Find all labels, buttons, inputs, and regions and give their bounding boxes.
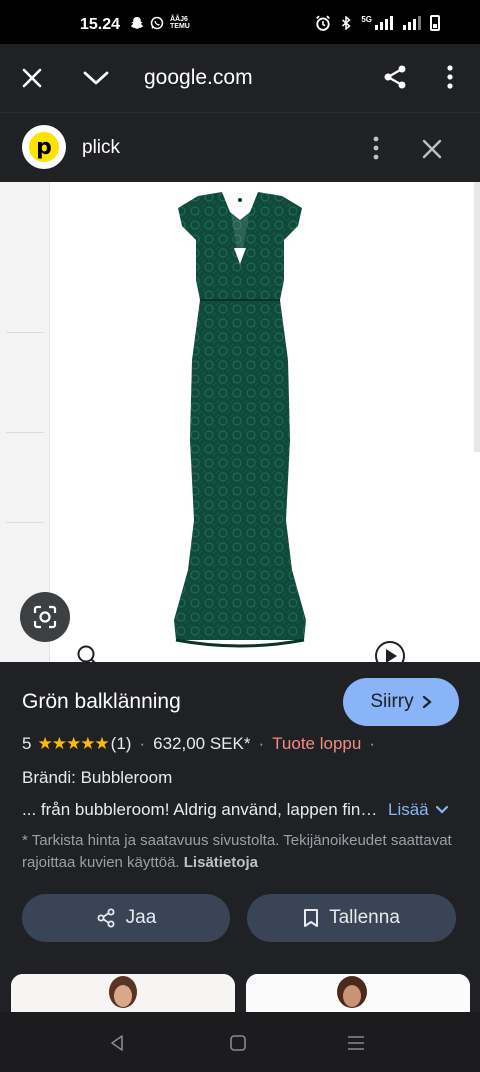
search-icon[interactable] (76, 644, 98, 662)
rating-value: 5 (22, 734, 32, 753)
green-dress-image (174, 192, 306, 648)
back-icon[interactable] (108, 1034, 126, 1052)
lens-search-button[interactable] (20, 592, 70, 642)
more-vert-icon[interactable] (440, 64, 460, 90)
url-text[interactable]: google.com (144, 66, 253, 90)
source-logo[interactable]: p (22, 125, 66, 169)
star-rating-icon: ★★★★★ (37, 734, 109, 754)
more-label: Lisää (388, 800, 429, 819)
share-icon (97, 908, 115, 928)
alarm-icon (316, 15, 331, 31)
status-notification-icons: ÅÅJ6 TEMU (130, 16, 190, 30)
sheet-more-icon[interactable] (372, 135, 380, 161)
system-navigation-bar (0, 1012, 480, 1072)
separator-dot: · (369, 734, 375, 753)
more-link[interactable]: Lisää (388, 800, 449, 820)
goto-site-button[interactable]: Siirry (343, 678, 459, 726)
status-bar: 15.24 ÅÅJ6 TEMU 5G (0, 0, 480, 44)
product-info-panel: Grön balklänning Siirry 5 ★★★★★ (1) · 63… (0, 662, 480, 1012)
share-button[interactable]: Jaa (22, 894, 230, 942)
status-system-icons: 5G (315, 15, 440, 31)
description-text: ... från bubbleroom! Aldrig använd, lapp… (22, 800, 380, 819)
signal-icon (375, 16, 393, 30)
save-button[interactable]: Tallenna (247, 894, 456, 942)
lens-icon (33, 605, 57, 629)
home-icon[interactable] (229, 1034, 247, 1052)
goto-button-label: Siirry (370, 691, 414, 712)
rating-price-row: 5 ★★★★★ (1) · 632,00 SEK* · Tuote loppu … (22, 734, 383, 754)
status-time: 15.24 (80, 16, 121, 33)
whatsapp-icon (150, 16, 164, 30)
separator-dot: · (258, 734, 265, 753)
save-label: Tallenna (329, 907, 400, 928)
snapchat-icon (130, 17, 144, 29)
battery-icon (430, 15, 440, 31)
learn-more-link[interactable]: Lisätietoja (184, 854, 258, 871)
brand-text: Brändi: Bubbleroom (22, 768, 173, 787)
chevron-down-icon[interactable] (82, 66, 110, 90)
signal-icon-2 (403, 16, 421, 30)
image-scroll-edge (474, 182, 480, 452)
network-type-label: 5G (361, 14, 372, 24)
play-icon[interactable] (374, 640, 406, 662)
product-image[interactable] (0, 182, 480, 662)
share-icon[interactable] (382, 64, 408, 90)
browser-toolbar: google.com (0, 44, 480, 112)
sheet-close-icon[interactable] (420, 137, 444, 161)
close-icon[interactable] (20, 66, 44, 90)
description-row: ... från bubbleroom! Aldrig använd, lapp… (22, 800, 462, 820)
disclaimer: * Tarkista hinta ja saatavuus sivustolta… (22, 830, 462, 874)
product-title: Grön balklänning (22, 690, 181, 713)
plick-logo-icon: p (29, 132, 59, 162)
result-sheet-header: p plick (0, 112, 480, 182)
recent-apps-icon[interactable] (346, 1034, 366, 1052)
availability-status: Tuote loppu (272, 734, 362, 753)
expand-more-icon (435, 805, 448, 814)
share-label: Jaa (125, 907, 157, 928)
review-count: (1) (110, 734, 132, 753)
chevron-right-icon (422, 695, 432, 709)
bluetooth-icon (342, 16, 351, 30)
temu-notification-icon: ÅÅJ6 TEMU (170, 16, 190, 30)
source-name[interactable]: plick (82, 137, 120, 159)
price: 632,00 SEK* (153, 734, 251, 753)
separator-dot: · (139, 734, 146, 753)
image-background-door (0, 182, 50, 662)
bookmark-icon (304, 909, 319, 927)
